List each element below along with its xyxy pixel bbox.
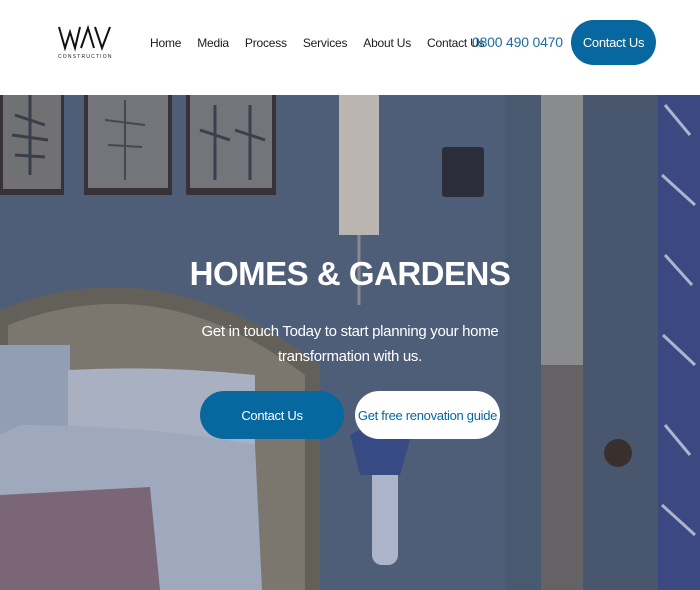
logo-subtext: CONSTRUCTION bbox=[58, 54, 113, 60]
hero-subtitle: Get in touch Today to start planning you… bbox=[201, 323, 499, 365]
nav-item-media[interactable]: Media bbox=[197, 36, 229, 50]
site-header: CONSTRUCTION Home Media Process Services… bbox=[0, 0, 700, 95]
nav-item-home[interactable]: Home bbox=[150, 36, 181, 50]
phone-number-link[interactable]: 0800 490 0470 bbox=[472, 34, 563, 50]
nav-item-services[interactable]: Services bbox=[303, 36, 348, 50]
hero-title: HOMES & GARDENS bbox=[189, 255, 511, 292]
logo-mark-icon bbox=[58, 24, 111, 52]
hero-section: HOMES & GARDENS Get in touch Today to st… bbox=[0, 95, 700, 590]
hero-contact-button[interactable]: Contact Us bbox=[200, 391, 344, 439]
brand-logo[interactable]: CONSTRUCTION bbox=[58, 24, 112, 60]
nav-item-process[interactable]: Process bbox=[245, 36, 287, 50]
main-nav: Home Media Process Services About Us Con… bbox=[150, 36, 500, 50]
header-contact-button[interactable]: Contact Us bbox=[571, 20, 656, 65]
renovation-guide-button[interactable]: Get free renovation guide bbox=[355, 391, 500, 439]
nav-item-about-us[interactable]: About Us bbox=[363, 36, 411, 50]
